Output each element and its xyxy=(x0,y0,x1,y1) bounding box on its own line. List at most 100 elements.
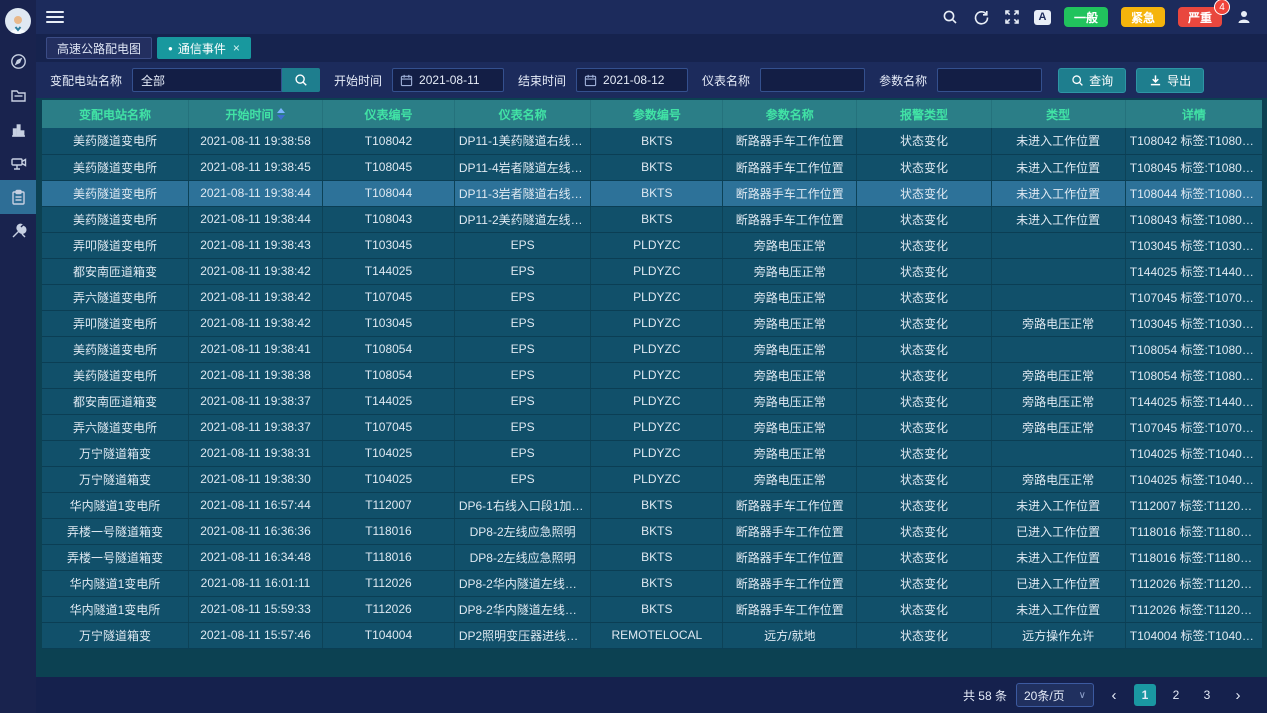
table-row[interactable]: 美药隧道变电所2021-08-11 19:38:38T108054EPSPLDY… xyxy=(42,362,1262,388)
cell-start-time: 2021-08-11 19:38:44 xyxy=(188,180,322,206)
cell-meter-no: T112026 xyxy=(323,596,455,622)
alarm-badge-general[interactable]: 一般 xyxy=(1064,7,1108,27)
table-row[interactable]: 弄叩隧道变电所2021-08-11 19:38:43T103045EPSPLDY… xyxy=(42,232,1262,258)
cell-meter-name: EPS xyxy=(454,362,591,388)
header-alarm-type[interactable]: 报警类型 xyxy=(857,100,991,128)
table-row[interactable]: 美药隧道变电所2021-08-11 19:38:41T108054EPSPLDY… xyxy=(42,336,1262,362)
sidebar-item-monitoring[interactable] xyxy=(0,146,36,180)
cell-start-time: 2021-08-11 16:01:11 xyxy=(188,570,322,596)
header-station[interactable]: 变配电站名称 xyxy=(42,100,188,128)
cell-param-name: 断路器手车工作位置 xyxy=(723,518,857,544)
cell-alarm-type: 状态变化 xyxy=(857,466,991,492)
table-row[interactable]: 万宁隧道箱变2021-08-11 15:57:46T104004DP2照明变压器… xyxy=(42,622,1262,648)
cell-station: 华内隧道1变电所 xyxy=(42,570,188,596)
table-row[interactable]: 美药隧道变电所2021-08-11 19:38:45T108045DP11-4岩… xyxy=(42,154,1262,180)
close-icon[interactable]: × xyxy=(233,41,240,55)
cell-param-no: PLDYZC xyxy=(591,440,723,466)
header-meter-name[interactable]: 仪表名称 xyxy=(454,100,591,128)
table-row[interactable]: 弄叩隧道变电所2021-08-11 19:38:42T103045EPSPLDY… xyxy=(42,310,1262,336)
page-button-2[interactable]: 2 xyxy=(1165,684,1187,706)
cell-param-name: 断路器手车工作位置 xyxy=(723,206,857,232)
badge-label: 严重 xyxy=(1188,9,1212,26)
cell-param-no: PLDYZC xyxy=(591,336,723,362)
header-start-time[interactable]: 开始时间 xyxy=(188,100,322,128)
next-page-button[interactable]: › xyxy=(1227,684,1249,706)
table-row[interactable]: 华内隧道1变电所2021-08-11 16:01:11T112026DP8-2华… xyxy=(42,570,1262,596)
sort-icon[interactable] xyxy=(277,108,285,120)
table-row[interactable]: 美药隧道变电所2021-08-11 19:38:58T108042DP11-1美… xyxy=(42,128,1262,154)
sidebar-item-files[interactable] xyxy=(0,78,36,112)
fullscreen-icon[interactable] xyxy=(1003,8,1021,26)
sidebar-item-overview[interactable] xyxy=(0,44,36,78)
table-row[interactable]: 华内隧道1变电所2021-08-11 16:57:44T112007DP6-1右… xyxy=(42,492,1262,518)
header-param-no[interactable]: 参数编号 xyxy=(591,100,723,128)
table-row[interactable]: 万宁隧道箱变2021-08-11 19:38:31T104025EPSPLDYZ… xyxy=(42,440,1262,466)
table-row[interactable]: 都安南匝道箱变2021-08-11 19:38:42T144025EPSPLDY… xyxy=(42,258,1262,284)
cell-meter-name: DP11-1美药隧道右线应... xyxy=(454,128,591,154)
table-row[interactable]: 美药隧道变电所2021-08-11 19:38:44T108043DP11-2美… xyxy=(42,206,1262,232)
cell-start-time: 2021-08-11 19:38:41 xyxy=(188,336,322,362)
header-meter-no[interactable]: 仪表编号 xyxy=(323,100,455,128)
query-button[interactable]: 查询 xyxy=(1058,68,1126,93)
app-root: A 一般 紧急 严重 4 高速公路配电图 xyxy=(0,0,1267,713)
table-row[interactable]: 弄六隧道变电所2021-08-11 19:38:37T107045EPSPLDY… xyxy=(42,414,1262,440)
tab-label: 通信事件 xyxy=(178,40,226,57)
search-icon xyxy=(1071,74,1084,87)
menu-toggle-icon[interactable] xyxy=(46,8,64,26)
table-row[interactable]: 弄六隧道变电所2021-08-11 19:38:42T107045EPSPLDY… xyxy=(42,284,1262,310)
page-size-select[interactable]: 20条/页 ∨ xyxy=(1016,683,1094,707)
table-row[interactable]: 弄楼一号隧道箱变2021-08-11 16:36:36T118016DP8-2左… xyxy=(42,518,1262,544)
start-date-input[interactable]: 2021-08-11 xyxy=(392,68,504,92)
header-type[interactable]: 类型 xyxy=(991,100,1125,128)
table-row[interactable]: 华内隧道1变电所2021-08-11 15:59:33T112026DP8-2华… xyxy=(42,596,1262,622)
prev-page-button[interactable]: ‹ xyxy=(1103,684,1125,706)
param-name-label: 参数名称 xyxy=(879,72,927,89)
export-button[interactable]: 导出 xyxy=(1136,68,1204,93)
cell-param-no: REMOTELOCAL xyxy=(591,622,723,648)
refresh-icon[interactable] xyxy=(972,8,990,26)
page-button-1[interactable]: 1 xyxy=(1134,684,1156,706)
alarm-badge-urgent[interactable]: 紧急 xyxy=(1121,7,1165,27)
cell-type: 旁路电压正常 xyxy=(991,414,1125,440)
cell-station: 万宁隧道箱变 xyxy=(42,466,188,492)
search-icon[interactable] xyxy=(941,8,959,26)
table-row[interactable]: 弄楼一号隧道箱变2021-08-11 16:34:48T118016DP8-2左… xyxy=(42,544,1262,570)
tab-comm-events[interactable]: ● 通信事件 × xyxy=(157,37,251,59)
start-time-label: 开始时间 xyxy=(334,72,382,89)
avatar[interactable] xyxy=(5,8,31,34)
cell-start-time: 2021-08-11 19:38:58 xyxy=(188,128,322,154)
end-date-input[interactable]: 2021-08-12 xyxy=(576,68,688,92)
station-input[interactable] xyxy=(132,68,282,92)
cell-start-time: 2021-08-11 19:38:44 xyxy=(188,206,322,232)
cell-param-name: 旁路电压正常 xyxy=(723,284,857,310)
param-name-input[interactable] xyxy=(937,68,1042,92)
cell-alarm-type: 状态变化 xyxy=(857,518,991,544)
start-date-value: 2021-08-11 xyxy=(419,73,480,87)
alarm-badge-critical[interactable]: 严重 4 xyxy=(1178,7,1222,27)
table-row[interactable]: 都安南匝道箱变2021-08-11 19:38:37T144025EPSPLDY… xyxy=(42,388,1262,414)
station-search-button[interactable] xyxy=(282,68,320,92)
cell-type: 旁路电压正常 xyxy=(991,388,1125,414)
sidebar-item-tools[interactable] xyxy=(0,214,36,248)
user-icon[interactable] xyxy=(1235,8,1253,26)
cell-type xyxy=(991,336,1125,362)
sidebar-item-statistics[interactable] xyxy=(0,112,36,146)
cell-start-time: 2021-08-11 19:38:42 xyxy=(188,258,322,284)
cell-param-name: 断路器手车工作位置 xyxy=(723,596,857,622)
cell-station: 弄六隧道变电所 xyxy=(42,284,188,310)
header-param-name[interactable]: 参数名称 xyxy=(723,100,857,128)
active-dot-icon: ● xyxy=(168,44,173,53)
header-detail[interactable]: 详情 xyxy=(1125,100,1262,128)
cell-meter-name: DP11-3岩者隧道右线应... xyxy=(454,180,591,206)
text-scale-icon[interactable]: A xyxy=(1034,10,1051,25)
cell-param-name: 旁路电压正常 xyxy=(723,440,857,466)
table-row[interactable]: 万宁隧道箱变2021-08-11 19:38:30T104025EPSPLDYZ… xyxy=(42,466,1262,492)
cell-detail: T104025 标签:T104025 ... xyxy=(1125,466,1262,492)
sidebar-item-events[interactable] xyxy=(0,180,36,214)
table-row[interactable]: 美药隧道变电所2021-08-11 19:38:44T108044DP11-3岩… xyxy=(42,180,1262,206)
cell-detail: T112007 标签:T112007 ... xyxy=(1125,492,1262,518)
meter-name-input[interactable] xyxy=(760,68,865,92)
cell-type: 旁路电压正常 xyxy=(991,310,1125,336)
page-button-3[interactable]: 3 xyxy=(1196,684,1218,706)
tab-power-diagram[interactable]: 高速公路配电图 xyxy=(46,37,152,59)
